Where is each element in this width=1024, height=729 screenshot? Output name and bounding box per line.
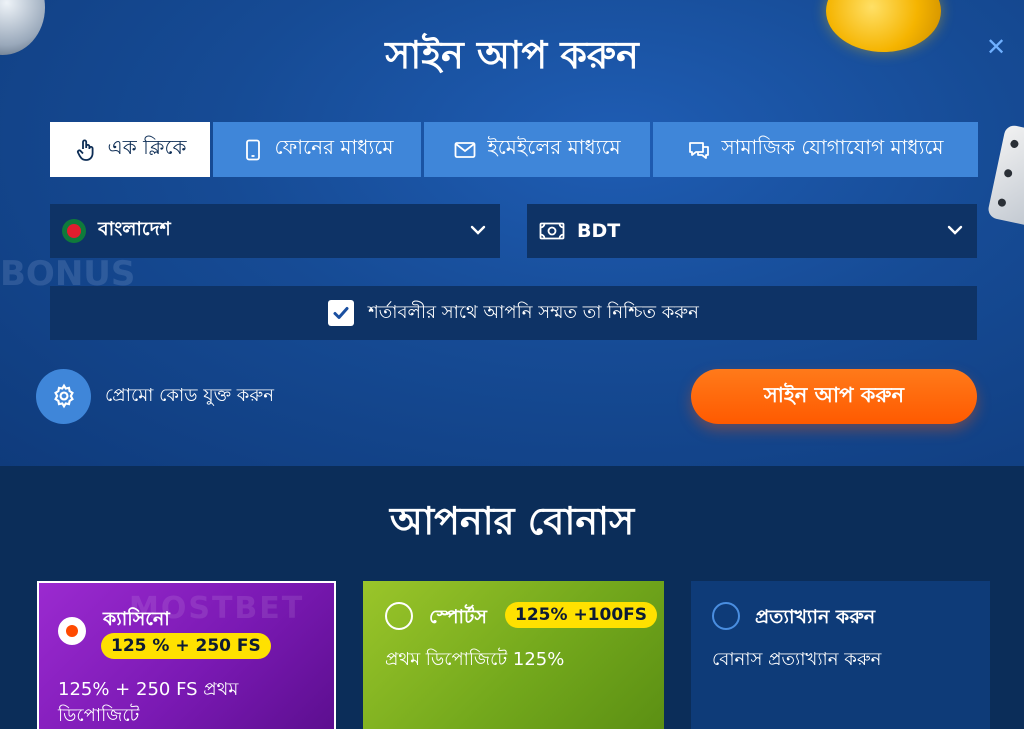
bonus-sports-name: স্পোর্টস bbox=[429, 606, 487, 628]
bonus-casino-description: 125% + 250 FS প্রথম ডিপোজিটে bbox=[58, 679, 239, 726]
tab-phone-label: ফোনের মাধ্যমে bbox=[274, 135, 394, 159]
banknote-icon bbox=[539, 222, 565, 240]
tab-phone[interactable]: ফোনের মাধ্যমে bbox=[213, 122, 421, 177]
promo-code-toggle[interactable]: প্রোমো কোড যুক্ত করুন bbox=[36, 368, 274, 424]
tab-social-label: সামাজিক যোগাযোগ মাধ্যমে bbox=[721, 135, 944, 159]
tab-social[interactable]: সামাজিক যোগাযোগ মাধ্যমে bbox=[653, 122, 978, 177]
dice-decoration bbox=[986, 123, 1024, 228]
bangladesh-flag-icon bbox=[62, 219, 86, 243]
chevron-down-icon bbox=[947, 225, 963, 235]
bonus-decline-radio[interactable] bbox=[712, 602, 740, 630]
terms-checkbox[interactable] bbox=[328, 300, 355, 326]
bonus-casino-badge: 125 % + 250 FS bbox=[101, 633, 271, 659]
tab-email-label: ইমেইলের মাধ্যমে bbox=[487, 135, 621, 159]
bonus-decline-description: বোনাস প্রত্যাখ্যান করুন bbox=[712, 649, 882, 670]
bonus-decline-name: প্রত্যাখ্যান করুন bbox=[755, 606, 876, 628]
envelope-icon bbox=[454, 141, 476, 158]
currency-select-value: BDT bbox=[577, 220, 621, 242]
bonus-sports-radio[interactable] bbox=[385, 602, 413, 630]
promo-code-label: প্রোমো কোড যুক্ত করুন bbox=[105, 384, 274, 406]
hand-pointer-icon bbox=[76, 139, 93, 161]
currency-select[interactable]: BDT bbox=[527, 204, 977, 258]
terms-label: শর্তাবলীর সাথে আপনি সম্মত তা নিশ্চিত করু… bbox=[368, 301, 699, 323]
promo-code-icon-button[interactable] bbox=[36, 368, 91, 424]
chat-icon bbox=[689, 141, 710, 159]
tab-one-click[interactable]: এক ক্লিকে bbox=[50, 122, 210, 177]
registration-tabs: এক ক্লিকে ফোনের মাধ্যমে ইমেইলের মাধ্যমে … bbox=[50, 122, 978, 177]
country-select[interactable]: বাংলাদেশ bbox=[50, 204, 500, 258]
signup-submit-button[interactable]: সাইন আপ করুন bbox=[691, 369, 977, 424]
bonus-card-decline[interactable]: প্রত্যাখ্যান করুন বোনাস প্রত্যাখ্যান করু… bbox=[691, 581, 990, 729]
bonus-card-casino[interactable]: MOSTBET ক্যাসিনো 125 % + 250 FS 125% + 2… bbox=[37, 581, 336, 729]
close-icon[interactable]: ✕ bbox=[983, 34, 1009, 60]
tab-email[interactable]: ইমেইলের মাধ্যমে bbox=[424, 122, 650, 177]
country-select-value: বাংলাদেশ bbox=[98, 218, 171, 240]
bonus-sports-badge: 125% +100FS bbox=[505, 602, 658, 628]
gear-icon bbox=[53, 383, 74, 409]
modal-title: সাইন আপ করুন bbox=[385, 33, 639, 77]
bonus-sports-description: প্রথম ডিপোজিটে 125% bbox=[385, 649, 565, 670]
terms-agreement-row: শর্তাবলীর সাথে আপনি সম্মত তা নিশ্চিত করু… bbox=[50, 286, 977, 340]
phone-icon bbox=[245, 139, 260, 160]
signup-modal: BONUS সাইন আপ করুন ✕ এক ক্লিকে ফোনের মাধ… bbox=[0, 0, 1024, 466]
bonus-card-sports[interactable]: স্পোর্টস 125% +100FS প্রথম ডিপোজিটে 125% bbox=[363, 581, 664, 729]
bonus-casino-radio[interactable] bbox=[58, 617, 86, 645]
bonus-section-title: আপনার বোনাস bbox=[389, 499, 635, 543]
checkmark-icon bbox=[333, 307, 349, 319]
chevron-down-icon bbox=[470, 225, 486, 235]
tab-one-click-label: এক ক্লিকে bbox=[107, 135, 187, 159]
